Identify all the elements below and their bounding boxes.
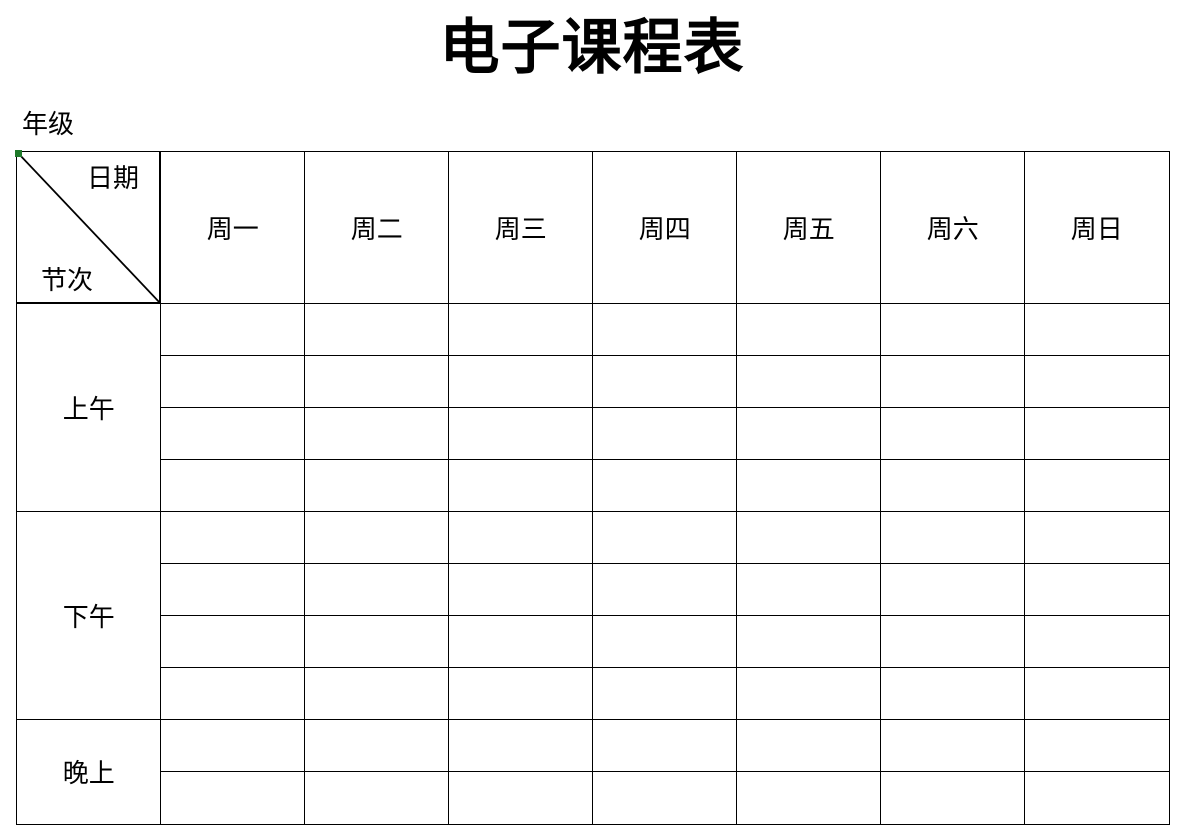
- schedule-cell[interactable]: [736, 563, 882, 617]
- schedule-cell[interactable]: [448, 407, 594, 461]
- schedule-cell[interactable]: [160, 459, 306, 513]
- schedule-cell[interactable]: [1024, 719, 1170, 773]
- schedule-cell[interactable]: [304, 615, 450, 669]
- schedule-cell[interactable]: [592, 615, 738, 669]
- schedule-cell[interactable]: [304, 771, 450, 825]
- schedule-cell[interactable]: [160, 667, 306, 721]
- schedule-cell[interactable]: [1024, 459, 1170, 513]
- schedule-cell[interactable]: [736, 771, 882, 825]
- schedule-cell[interactable]: [592, 563, 738, 617]
- schedule-cell[interactable]: [160, 719, 306, 773]
- schedule-cell[interactable]: [448, 719, 594, 773]
- schedule-cell[interactable]: [448, 355, 594, 409]
- schedule-cell[interactable]: [592, 511, 738, 565]
- schedule-cell[interactable]: [592, 355, 738, 409]
- schedule-cell[interactable]: [1024, 355, 1170, 409]
- day-header-6[interactable]: 周六: [880, 151, 1026, 305]
- schedule-cell[interactable]: [1024, 771, 1170, 825]
- schedule-cell[interactable]: [736, 667, 882, 721]
- period-label-cell[interactable]: 晚上: [16, 719, 162, 825]
- schedule-cell[interactable]: [448, 563, 594, 617]
- day-header-4[interactable]: 周四: [592, 151, 738, 305]
- grade-label: 年级: [22, 110, 75, 140]
- schedule-cell[interactable]: [880, 719, 1026, 773]
- schedule-cell[interactable]: [880, 459, 1026, 513]
- schedule-cell[interactable]: [448, 771, 594, 825]
- schedule-cell[interactable]: [592, 407, 738, 461]
- schedule-cell[interactable]: [592, 667, 738, 721]
- schedule-cell[interactable]: [592, 719, 738, 773]
- schedule-cell[interactable]: [880, 407, 1026, 461]
- schedule-cell[interactable]: [304, 511, 450, 565]
- schedule-cell[interactable]: [1024, 667, 1170, 721]
- schedule-cell[interactable]: [448, 667, 594, 721]
- schedule-cell[interactable]: [736, 459, 882, 513]
- schedule-cell[interactable]: [736, 719, 882, 773]
- schedule-cell[interactable]: [736, 615, 882, 669]
- day-header-7[interactable]: 周日: [1024, 151, 1170, 305]
- schedule-cell[interactable]: [736, 303, 882, 357]
- period-label-cell[interactable]: 上午: [16, 303, 162, 513]
- selection-marker-icon: [15, 150, 22, 157]
- schedule-cell[interactable]: [1024, 303, 1170, 357]
- schedule-cell[interactable]: [304, 355, 450, 409]
- schedule-cell[interactable]: [880, 511, 1026, 565]
- schedule-cell[interactable]: [304, 667, 450, 721]
- day-header-2[interactable]: 周二: [304, 151, 450, 305]
- schedule-cell[interactable]: [304, 459, 450, 513]
- schedule-cell[interactable]: [880, 563, 1026, 617]
- corner-header-cell[interactable]: 日期 节次: [15, 150, 161, 304]
- schedule-cell[interactable]: [160, 615, 306, 669]
- corner-date-label: 日期: [86, 164, 139, 194]
- schedule-cell[interactable]: [880, 303, 1026, 357]
- schedule-table: 日期 节次 周一 周二 周三 周四 周五 周六 周日上午 下午 晚上: [15, 150, 1170, 825]
- schedule-cell[interactable]: [448, 511, 594, 565]
- schedule-cell[interactable]: [1024, 563, 1170, 617]
- schedule-cell[interactable]: [592, 303, 738, 357]
- schedule-cell[interactable]: [736, 355, 882, 409]
- schedule-cell[interactable]: [1024, 511, 1170, 565]
- schedule-cell[interactable]: [160, 355, 306, 409]
- day-header-3[interactable]: 周三: [448, 151, 594, 305]
- schedule-cell[interactable]: [160, 771, 306, 825]
- period-label-cell[interactable]: 下午: [16, 511, 162, 721]
- schedule-cell[interactable]: [592, 459, 738, 513]
- schedule-cell[interactable]: [160, 511, 306, 565]
- schedule-cell[interactable]: [304, 719, 450, 773]
- schedule-cell[interactable]: [880, 355, 1026, 409]
- schedule-cell[interactable]: [592, 771, 738, 825]
- schedule-cell[interactable]: [1024, 615, 1170, 669]
- schedule-cell[interactable]: [448, 303, 594, 357]
- schedule-cell[interactable]: [304, 563, 450, 617]
- day-header-5[interactable]: 周五: [736, 151, 882, 305]
- day-header-1[interactable]: 周一: [160, 151, 306, 305]
- schedule-cell[interactable]: [160, 303, 306, 357]
- schedule-cell[interactable]: [304, 303, 450, 357]
- schedule-cell[interactable]: [1024, 407, 1170, 461]
- schedule-cell[interactable]: [160, 563, 306, 617]
- schedule-cell[interactable]: [160, 407, 306, 461]
- schedule-cell[interactable]: [448, 615, 594, 669]
- schedule-cell[interactable]: [448, 459, 594, 513]
- schedule-cell[interactable]: [880, 771, 1026, 825]
- schedule-cell[interactable]: [736, 407, 882, 461]
- schedule-cell[interactable]: [304, 407, 450, 461]
- corner-period-label: 节次: [41, 266, 94, 296]
- schedule-cell[interactable]: [880, 615, 1026, 669]
- schedule-cell[interactable]: [736, 511, 882, 565]
- page-title: 电子课程表: [439, 13, 745, 83]
- schedule-cell[interactable]: [880, 667, 1026, 721]
